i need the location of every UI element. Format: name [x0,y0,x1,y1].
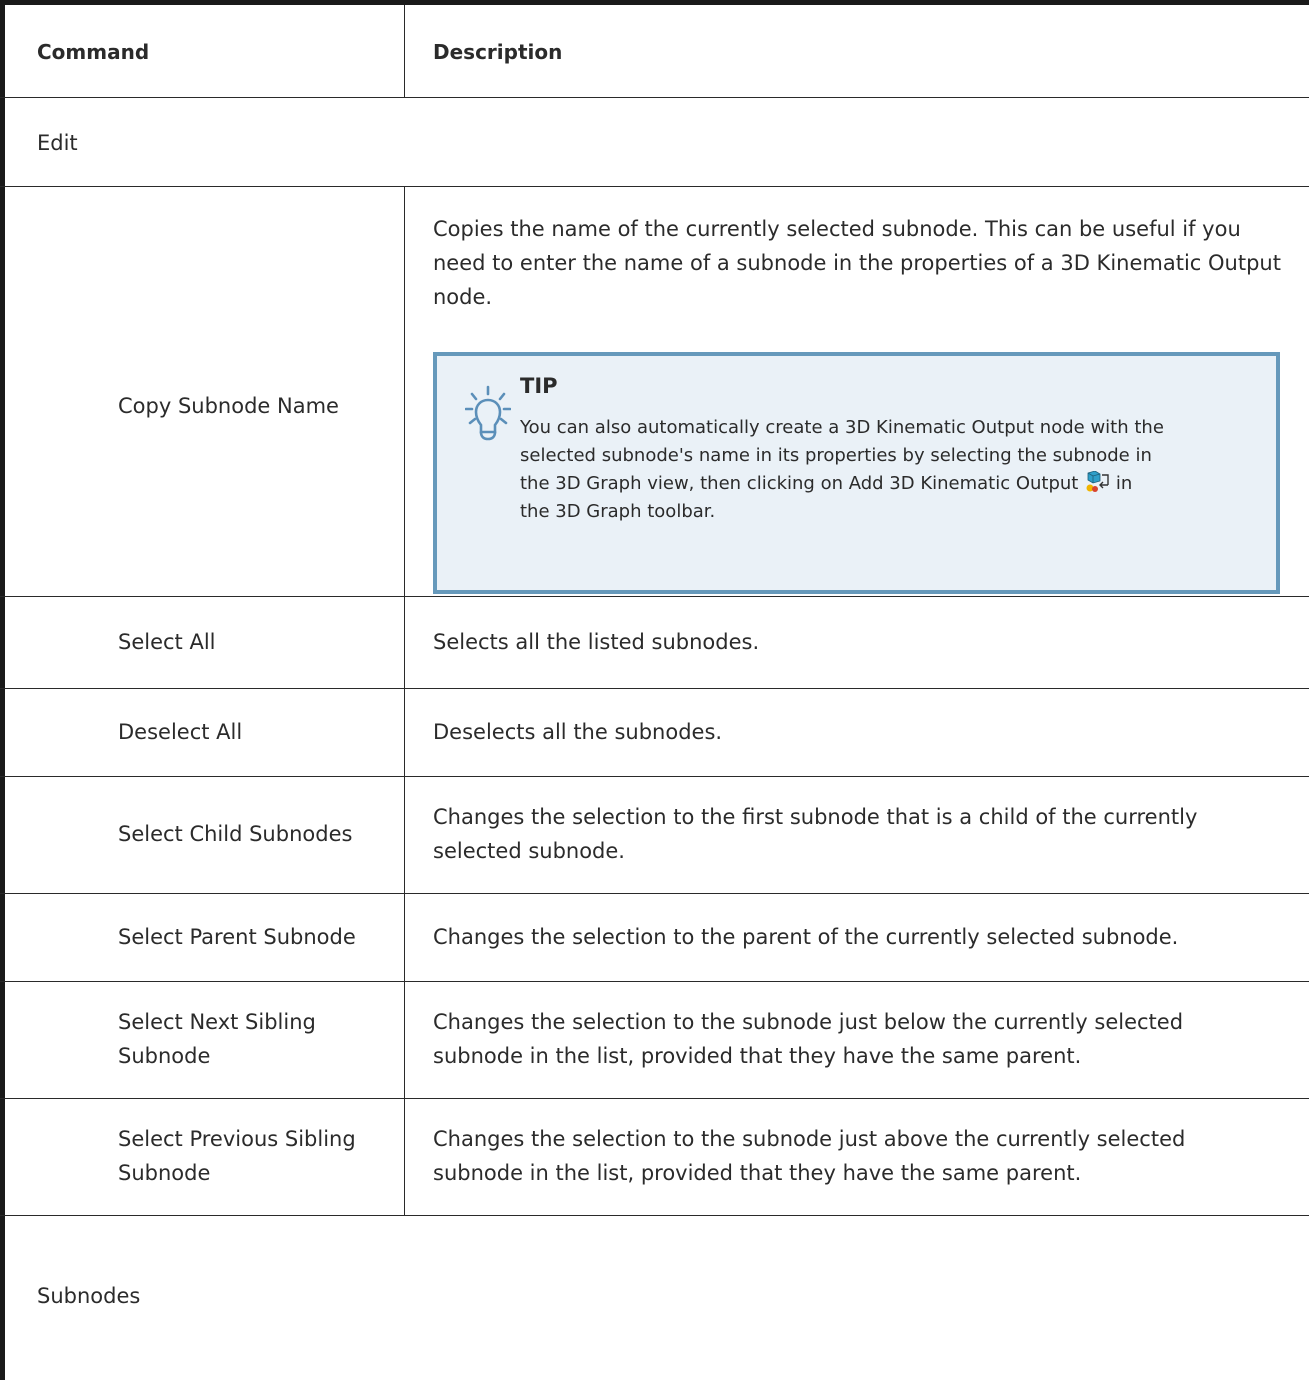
command-select-all: Select All [118,630,216,654]
tip-line-suffix: in [1115,473,1133,494]
row-divider [0,97,1309,98]
lightbulb-icon [465,385,511,441]
tip-line: the 3D Graph toolbar. [520,501,716,522]
tip-box: TIP You can also automatically create a … [433,352,1280,594]
description-line: Deselects all the subnodes. [433,720,723,744]
command-select-next-sibling-subnode-line2: Subnode [118,1044,211,1068]
tip-body: You can also automatically create a 3D K… [520,414,1164,526]
row-divider [0,186,1309,187]
command-deselect-all: Deselect All [118,720,243,744]
section-title-edit: Edit [37,131,78,155]
row-divider [0,893,1309,894]
command-select-child-subnodes: Select Child Subnodes [118,822,353,846]
description-line: Copies the name of the currently selecte… [433,217,1241,241]
description-line: subnode in the list, provided that they … [433,1161,1082,1185]
add-3d-kinematic-output-icon [1086,471,1109,492]
column-divider [404,5,405,97]
row-divider [0,596,1309,597]
row-divider [0,688,1309,689]
row-divider [0,1215,1309,1216]
section-title-subnodes: Subnodes [37,1284,141,1308]
command-select-previous-sibling-subnode-line2: Subnode [118,1161,211,1185]
header-command: Command [37,40,150,64]
tip-line: selected subnode's name in its propertie… [520,445,1152,466]
description-line: selected subnode. [433,839,625,863]
row-divider [0,1098,1309,1099]
description-line: Changes the selection to the subnode jus… [433,1127,1186,1151]
description-line: subnode in the list, provided that they … [433,1044,1082,1068]
description-line: Changes the selection to the first subno… [433,805,1198,829]
description-line: Changes the selection to the parent of t… [433,925,1179,949]
row-divider [0,776,1309,777]
command-select-parent-subnode: Select Parent Subnode [118,925,356,949]
description-line: need to enter the name of a subnode in t… [433,251,1281,275]
header-description: Description [433,40,563,64]
command-select-previous-sibling-subnode: Select Previous Sibling [118,1127,356,1151]
tip-line-with-icon: the 3D Graph view, then clicking on Add … [520,470,1164,498]
command-select-next-sibling-subnode: Select Next Sibling [118,1010,316,1034]
description-line: node. [433,285,493,309]
command-copy-subnode-name: Copy Subnode Name [118,394,339,418]
tip-title: TIP [520,374,558,398]
tip-line: the 3D Graph view, then clicking on Add … [520,473,1079,494]
column-divider [404,186,405,1215]
tip-line: You can also automatically create a 3D K… [520,417,1164,438]
row-divider [0,981,1309,982]
description-line: Selects all the listed subnodes. [433,630,760,654]
description-line: Changes the selection to the subnode jus… [433,1010,1184,1034]
